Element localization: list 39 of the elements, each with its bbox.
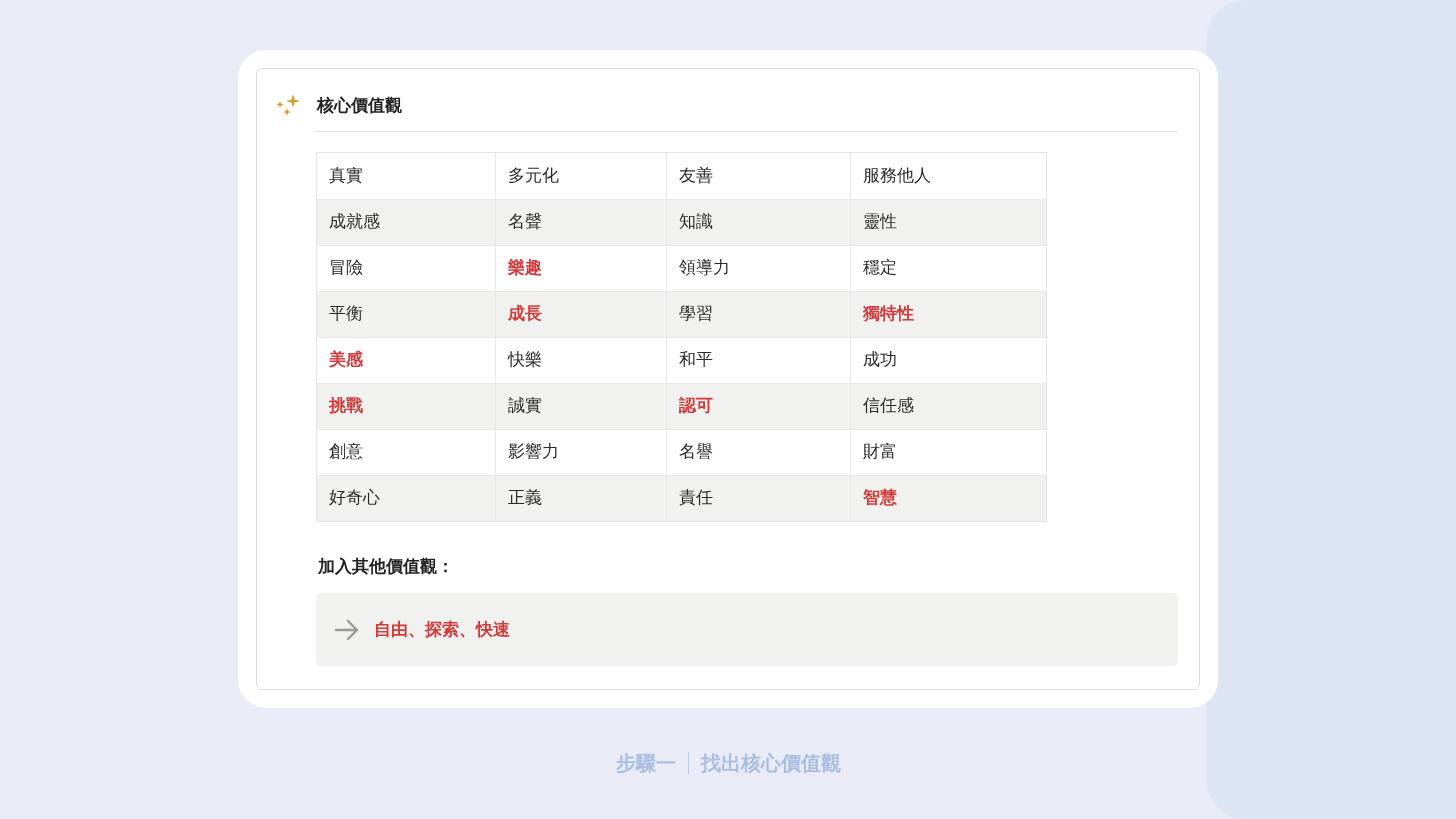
- table-cell: 認可: [665, 383, 851, 429]
- table-cell-text: 好奇心: [328, 486, 381, 510]
- table-cell: 快樂: [494, 337, 666, 383]
- table-cell-text: 真實: [328, 163, 364, 187]
- table-cell: 信任感: [850, 383, 1046, 429]
- table-cell: 知識: [665, 199, 851, 245]
- table-cell: 名譽: [665, 429, 851, 475]
- table-cell-text: 挑戰: [327, 394, 364, 418]
- table-cell: 服務他人: [850, 152, 1046, 199]
- callout-text: 自由、探索、快速: [374, 617, 510, 641]
- table-cell-text: 美感: [328, 348, 364, 372]
- table-cell-text: 創意: [328, 440, 364, 464]
- table-cell: 成長: [494, 291, 666, 337]
- arrow-right-icon: [334, 618, 360, 641]
- table-cell: 獨特性: [850, 291, 1046, 337]
- table-cell-text: 平衡: [328, 302, 364, 326]
- table-cell: 誠實: [494, 383, 666, 429]
- table-cell-text: 成就感: [328, 210, 381, 234]
- table-cell: 學習: [665, 291, 851, 337]
- sparkle-icon: [275, 93, 301, 118]
- table-cell: 名聲: [494, 199, 666, 245]
- table-cell: 智慧: [850, 475, 1046, 521]
- table-cell: 影響力: [494, 429, 666, 475]
- table-cell: 多元化: [494, 152, 666, 199]
- table-cell: 靈性: [850, 199, 1046, 245]
- table-cell: 和平: [665, 337, 851, 383]
- table-cell: 財富: [850, 429, 1046, 475]
- table-cell: 友善: [665, 152, 851, 199]
- table-cell: 領導力: [665, 245, 851, 291]
- table-cell: 成功: [850, 337, 1046, 383]
- table-cell-text: 冒險: [328, 256, 364, 280]
- table-cell: 樂趣: [494, 245, 666, 291]
- table-cell: 正義: [494, 475, 666, 521]
- table-cell: 穩定: [850, 245, 1046, 291]
- step-title: 找出核心價值觀: [700, 750, 841, 777]
- card-title: 核心價值觀: [317, 94, 402, 117]
- step-label: 步驟一: [615, 750, 676, 777]
- table-cell: 責任: [665, 475, 851, 521]
- section-label: 加入其他價值觀：: [318, 555, 454, 576]
